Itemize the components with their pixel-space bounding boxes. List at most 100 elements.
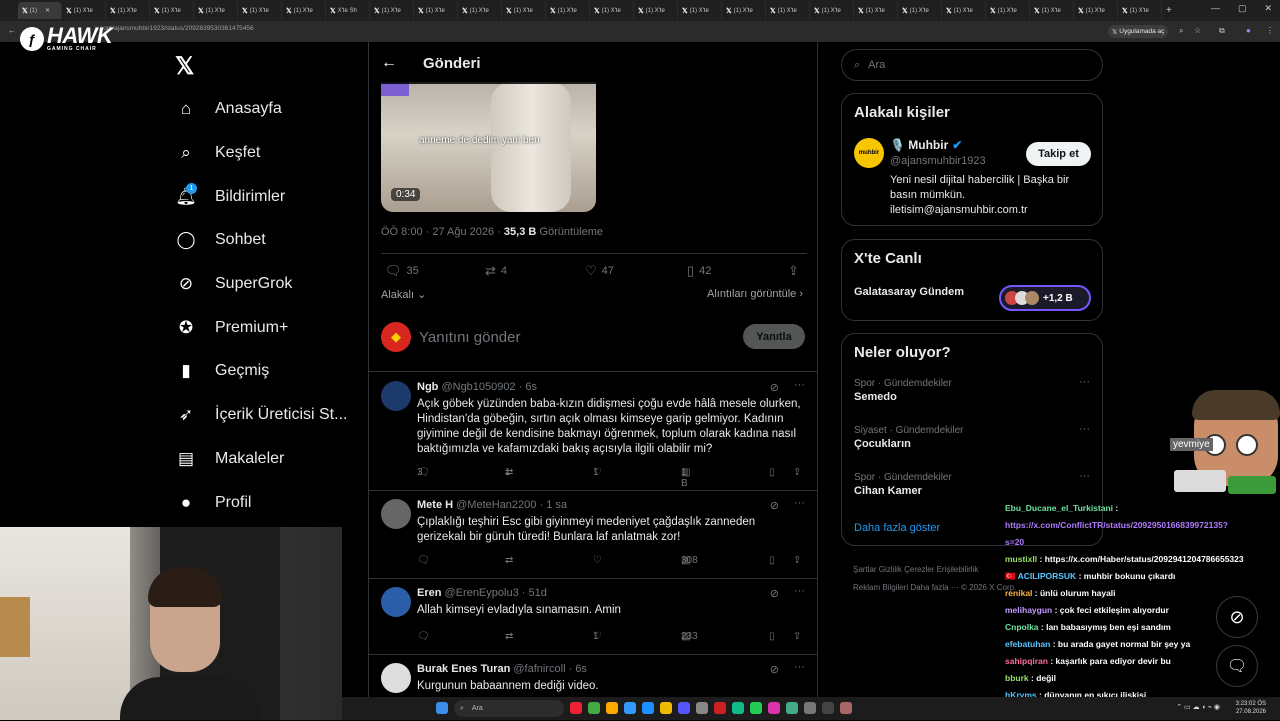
reply-handle[interactable]: @fafnircoll	[513, 663, 565, 675]
reply-handle[interactable]: @MeteHan2200	[456, 499, 536, 511]
share-action[interactable]: ⇪	[788, 263, 799, 279]
browser-tab[interactable]: 𝕏 (1) X'te	[106, 2, 150, 19]
browser-tab[interactable]: 𝕏 (1) X'te	[238, 2, 282, 19]
reply-item[interactable]: Mete H @MeteHan2200 · 1 sa ⊘ ··· Çıplaklığı…	[369, 491, 817, 579]
browser-tab[interactable]: 𝕏 (1) X'te	[62, 2, 106, 19]
repost-action[interactable]: ⇄ 4	[485, 263, 507, 279]
app-icon[interactable]	[732, 702, 744, 714]
avatar[interactable]	[381, 663, 411, 693]
browser-tab[interactable]: 𝕏 (1) X'te	[414, 2, 458, 19]
avatar[interactable]	[381, 381, 411, 411]
browser-tab[interactable]: 𝕏 (1) X'te	[854, 2, 898, 19]
reply-author[interactable]: Burak Enes Turan	[417, 663, 510, 675]
app-icon[interactable]	[804, 702, 816, 714]
trend-item[interactable]: Spor · Gündemdekiler Semedo	[854, 378, 952, 403]
app-icon[interactable]	[588, 702, 600, 714]
menu-icon[interactable]: ⋮	[1266, 26, 1274, 35]
bookmark-icon[interactable]: ▯	[769, 555, 775, 566]
like-action[interactable]: ♡ 47	[585, 263, 614, 279]
browser-tab[interactable]: 𝕏 (1) ✕	[18, 2, 62, 19]
sidebar-item-8[interactable]: ➶ İçerik Üreticisi St...	[175, 404, 348, 426]
grok-icon[interactable]: ⊘	[770, 663, 779, 676]
share-icon[interactable]: ⇪	[793, 467, 801, 478]
app-icon[interactable]	[642, 702, 654, 714]
browser-tab[interactable]: 𝕏 (1) X'te	[194, 2, 238, 19]
x-logo-icon[interactable]: 𝕏	[175, 52, 194, 81]
avatar[interactable]: muhbir	[854, 138, 884, 168]
avatar[interactable]	[381, 587, 411, 617]
footer-links[interactable]: Reklam Bilgileri Daha fazla ··· © 2026 X…	[853, 583, 1016, 592]
sidebar-item-7[interactable]: ▮ Geçmiş	[175, 360, 269, 382]
browser-tab[interactable]: 𝕏 (1) X'te	[722, 2, 766, 19]
more-icon[interactable]: ···	[794, 661, 805, 673]
app-icon[interactable]	[840, 702, 852, 714]
browser-tab[interactable]: 𝕏 (1) X'te	[1118, 2, 1162, 19]
browser-tab[interactable]: 𝕏 (1) X'te	[546, 2, 590, 19]
app-icon[interactable]	[822, 702, 834, 714]
app-icon[interactable]	[606, 702, 618, 714]
app-icon[interactable]	[714, 702, 726, 714]
video-player[interactable]: anneme de dedim yani ben 0:34	[381, 82, 596, 212]
grok-icon[interactable]: ⊘	[770, 499, 779, 512]
bookmark-action[interactable]: ▯ 42	[687, 263, 711, 279]
browser-tab[interactable]: 𝕏 (1) X'te	[678, 2, 722, 19]
extensions-icon[interactable]: ⧉	[1219, 26, 1225, 36]
sidebar-item-1[interactable]: ⌂ Anasayfa	[175, 98, 282, 120]
app-icon[interactable]	[696, 702, 708, 714]
reply-handle[interactable]: @Ngb1050902	[441, 381, 515, 393]
sidebar-item-9[interactable]: ▤ Makaleler	[175, 448, 284, 470]
restore-icon[interactable]: ▢	[1238, 3, 1247, 14]
more-icon[interactable]: ···	[1079, 470, 1090, 482]
close-icon[interactable]: ✕	[1264, 3, 1272, 14]
url-field[interactable]: x.com/ajansmuhbir1923/status/20928395303…	[95, 25, 254, 32]
trend-item[interactable]: Siyaset · Gündemdekiler Çocukların	[854, 425, 964, 450]
new-tab-icon[interactable]: +	[1166, 5, 1172, 16]
reply-author[interactable]: Eren	[417, 587, 441, 599]
browser-tab[interactable]: 𝕏 (1) X'te	[458, 2, 502, 19]
windows-start-icon[interactable]	[436, 702, 448, 714]
sidebar-item-10[interactable]: ● Profil	[175, 492, 252, 514]
app-icon[interactable]	[750, 702, 762, 714]
view-quotes-link[interactable]: Alıntıları görüntüle ›	[707, 288, 803, 300]
browser-tab[interactable]: 𝕏 (1) X'te	[590, 2, 634, 19]
browser-tab[interactable]: 𝕏 (1) X'te	[634, 2, 678, 19]
avatar[interactable]	[381, 499, 411, 529]
zoom-icon[interactable]: ⌕	[1179, 26, 1183, 36]
follow-button[interactable]: Takip et	[1026, 142, 1091, 166]
browser-tab[interactable]: 𝕏 (1) X'te	[502, 2, 546, 19]
app-icon[interactable]	[624, 702, 636, 714]
bookmark-icon[interactable]: ▯	[769, 631, 775, 642]
share-icon[interactable]: ⇪	[793, 631, 801, 642]
sort-related-dropdown[interactable]: Alakalı ⌄	[381, 288, 426, 301]
open-in-app-button[interactable]: 𝕏 Uygulamada aç	[1108, 25, 1169, 38]
browser-tab[interactable]: 𝕏 (1) X'te	[810, 2, 854, 19]
more-icon[interactable]: ···	[1079, 423, 1090, 435]
taskbar-search[interactable]: ⌕ Ara	[454, 700, 564, 717]
more-icon[interactable]: ···	[794, 585, 805, 597]
sidebar-item-6[interactable]: ✪ Premium+	[175, 317, 288, 339]
bookmark-icon[interactable]: ▯	[769, 467, 775, 478]
app-icon[interactable]	[786, 702, 798, 714]
browser-tab[interactable]: 𝕏 (1) X'te	[282, 2, 326, 19]
show-more-link[interactable]: Daha fazla göster	[854, 522, 940, 534]
grok-float-button[interactable]: ⊘	[1216, 596, 1258, 638]
grok-icon[interactable]: ⊘	[770, 587, 779, 600]
close-tab-icon[interactable]: ✕	[45, 7, 50, 14]
messages-float-button[interactable]: 🗨︎	[1216, 645, 1258, 687]
app-icon[interactable]	[660, 702, 672, 714]
share-icon[interactable]: ⇪	[793, 555, 801, 566]
more-icon[interactable]: ···	[794, 497, 805, 509]
app-icon[interactable]	[678, 702, 690, 714]
reply-author[interactable]: Mete H	[417, 499, 453, 511]
sidebar-item-5[interactable]: ⊘ SuperGrok	[175, 273, 293, 295]
app-icon[interactable]	[768, 702, 780, 714]
reply-item[interactable]: Burak Enes Turan @fafnircoll · 6s ⊘ ··· Kur…	[369, 655, 817, 702]
back-nav-icon[interactable]: ←	[8, 26, 16, 35]
more-icon[interactable]: ···	[1079, 376, 1090, 388]
reply-input[interactable]: Yanıtını gönder	[419, 329, 520, 346]
live-item[interactable]: Galatasaray Gündem	[854, 286, 964, 298]
reply-item[interactable]: Ngb @Ngb1050902 · 6s ⊘ ··· Açık göbek yüzün…	[369, 373, 817, 491]
reply-author[interactable]: Ngb	[417, 381, 438, 393]
reply-item[interactable]: Eren @ErenEypolu3 · 51d ⊘ ··· Allah kimseyi…	[369, 579, 817, 655]
app-icon[interactable]	[570, 702, 582, 714]
